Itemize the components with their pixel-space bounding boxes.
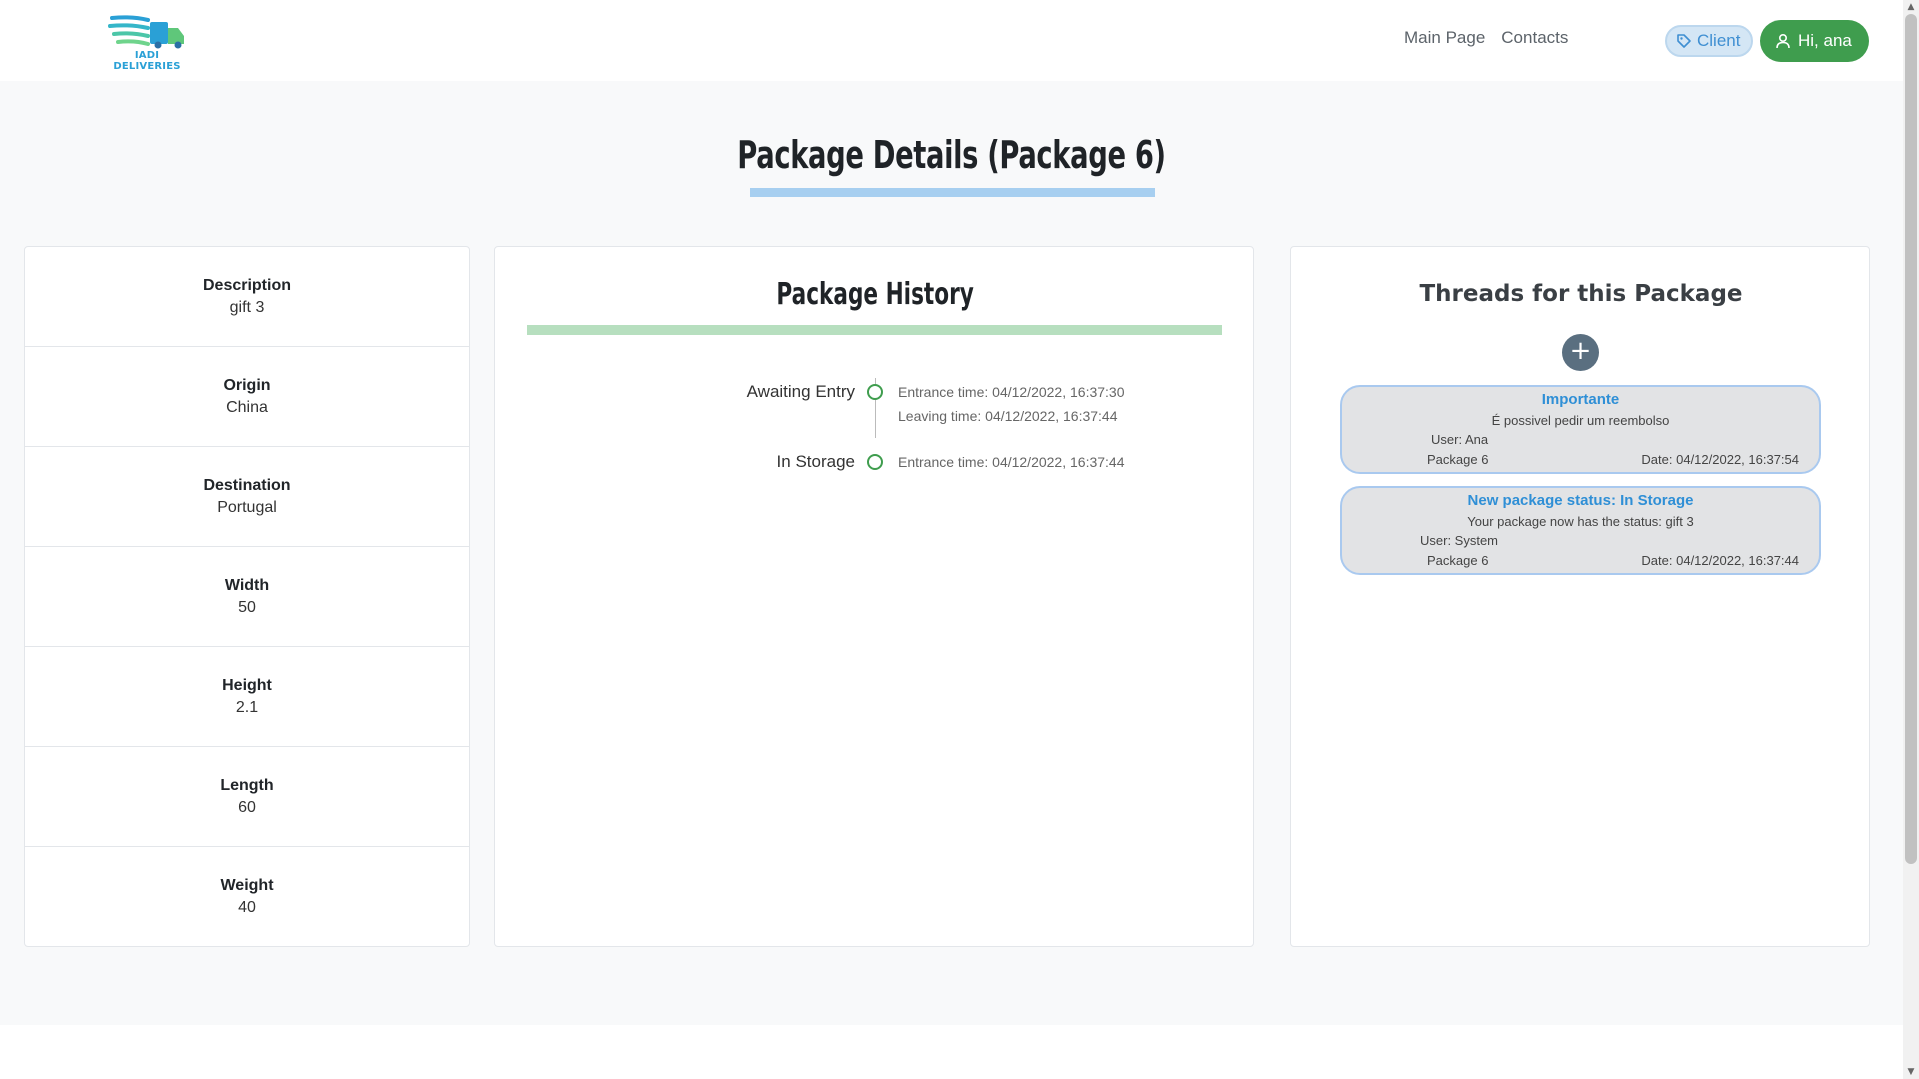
page-title: Package Details (Package 6) <box>737 133 1166 177</box>
tag-icon <box>1677 34 1691 48</box>
user-icon <box>1776 33 1790 49</box>
thread-item[interactable]: Importante É possivel pedir um reembolso… <box>1340 385 1821 474</box>
timeline-entrance-time: Entrance time: 04/12/2022, 16:37:44 <box>898 454 1125 470</box>
timeline-entrance-time: Entrance time: 04/12/2022, 16:37:30 <box>898 384 1125 400</box>
thread-message: Your package now has the status: gift 3 <box>1467 514 1694 529</box>
detail-description: Description gift 3 <box>25 247 469 347</box>
thread-message: É possivel pedir um reembolso <box>1491 413 1670 428</box>
user-greeting: Hi, ana <box>1798 31 1852 50</box>
thread-item[interactable]: New package status: In Storage Your pack… <box>1340 486 1821 575</box>
nav-links: Main Page Contacts <box>1404 28 1568 48</box>
thread-date: Date: 04/12/2022, 16:37:54 <box>1641 452 1799 467</box>
timeline-leaving-time: Leaving time: 04/12/2022, 16:37:44 <box>898 408 1118 424</box>
page-scrollbar[interactable]: ▲ ▼ <box>1903 0 1919 1079</box>
title-underline <box>750 188 1155 197</box>
scroll-thumb[interactable] <box>1905 14 1917 864</box>
add-thread-button[interactable]: + <box>1562 334 1599 371</box>
logo-text: IADI DELIVERIES <box>113 50 181 72</box>
detail-width: Width 50 <box>25 547 469 647</box>
navbar: IADI DELIVERIES Main Page Contacts Clien… <box>0 0 1903 81</box>
thread-user: User: Ana <box>1431 432 1489 447</box>
history-title: Package History <box>776 277 974 312</box>
user-menu-button[interactable]: Hi, ana <box>1760 20 1869 62</box>
package-history-card: Package History Awaiting Entry Entrance … <box>494 246 1254 947</box>
nav-main-page[interactable]: Main Page <box>1404 28 1485 48</box>
timeline-dot-icon <box>867 454 883 470</box>
role-badge[interactable]: Client <box>1665 25 1754 57</box>
detail-weight: Weight 40 <box>220 877 274 916</box>
thread-title: New package status: In Storage <box>1467 492 1694 509</box>
history-underline <box>527 325 1222 335</box>
detail-height: Height 2.1 <box>25 647 469 747</box>
role-label: Client <box>1697 31 1741 50</box>
threads-title: Threads for this Package <box>1419 281 1743 307</box>
threads-card: Threads for this Package + Importante É … <box>1290 246 1870 947</box>
scroll-up-arrow-icon[interactable]: ▲ <box>1903 0 1919 14</box>
timeline-dot-icon <box>867 384 883 400</box>
timeline-status: Awaiting Entry <box>746 382 855 401</box>
package-details-card: Description gift 3 Origin China Destinat… <box>24 246 470 947</box>
truck-logo-icon <box>108 15 184 49</box>
detail-destination: Destination Portugal <box>25 447 469 547</box>
thread-title: Importante <box>1541 391 1620 408</box>
detail-length: Length 60 <box>25 747 469 847</box>
scroll-down-arrow-icon[interactable]: ▼ <box>1903 1065 1919 1079</box>
logo[interactable]: IADI DELIVERIES <box>104 14 190 72</box>
thread-user: User: System <box>1420 533 1499 548</box>
thread-date: Date: 04/12/2022, 16:37:44 <box>1641 553 1799 568</box>
thread-package: Package 6 <box>1427 553 1489 568</box>
nav-contacts[interactable]: Contacts <box>1501 28 1568 48</box>
timeline-status: In Storage <box>776 452 855 471</box>
thread-package: Package 6 <box>1427 452 1489 467</box>
detail-origin: Origin China <box>25 347 469 447</box>
main-content: Package Details (Package 6) Description … <box>0 81 1903 1025</box>
